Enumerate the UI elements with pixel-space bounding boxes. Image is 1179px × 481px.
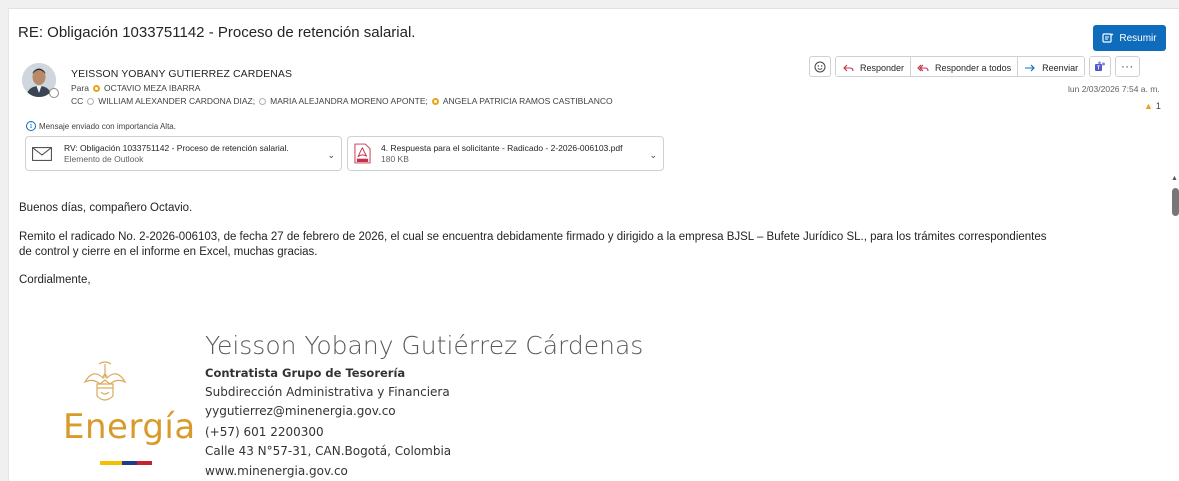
emoji-reaction-button[interactable] — [809, 56, 831, 77]
colombia-flag-bar — [100, 461, 152, 465]
summarize-label: Resumir — [1119, 32, 1157, 44]
signature-name: Yeisson Yobany Gutiérrez Cárdenas — [205, 331, 644, 360]
emoji-icon — [814, 61, 826, 72]
signature-phone: (+57) 601 2200300 — [205, 425, 324, 439]
importance-text: Mensaje enviado con importancia Alta. — [39, 121, 176, 131]
forward-label: Reenviar — [1042, 62, 1079, 73]
signature-address: Calle 43 N°57-31, CAN.Bogotá, Colombia — [205, 444, 452, 458]
closing: Cordialmente, — [19, 274, 91, 286]
recipient-to[interactable]: OCTAVIO MEZA IBARRA — [104, 83, 201, 93]
attachment-title: 4. Respuesta para el solicitante - Radic… — [381, 142, 623, 153]
presence-status-icon — [49, 88, 59, 98]
signature-department: Subdirección Administrativa y Financiera — [205, 385, 450, 399]
sender-name[interactable]: YEISSON YOBANY GUTIERREZ CARDENAS — [71, 68, 292, 80]
presence-offline-icon — [87, 97, 95, 105]
recipient-cc[interactable]: WILLIAM ALEXANDER CARDONA DIAZ; — [98, 96, 255, 106]
chevron-down-icon[interactable]: ⌄ — [327, 150, 335, 161]
presence-away-icon — [431, 97, 439, 105]
forward-button[interactable]: Reenviar — [1018, 57, 1085, 76]
thumbs-up-icon: ▲ — [1144, 101, 1153, 111]
more-icon: ··· — [1121, 60, 1134, 73]
teams-icon: T — [1095, 61, 1106, 71]
reply-all-label: Responder a todos — [935, 62, 1012, 73]
pdf-icon — [354, 143, 371, 164]
recipient-cc[interactable]: MARIA ALEJANDRA MORENO APONTE; — [270, 96, 428, 106]
attachment-title: RV: Obligación 1033751142 - Proceso de r… — [64, 142, 289, 153]
to-recipients: Para OCTAVIO MEZA IBARRA — [71, 83, 200, 93]
recipient-cc[interactable]: ANGELA PATRICIA RAMOS CASTIBLANCO — [443, 96, 613, 106]
scrollbar-thumb[interactable] — [1172, 188, 1179, 216]
signature-role: Contratista Grupo de Tesorería — [205, 366, 406, 380]
scrollbar[interactable] — [1167, 172, 1179, 481]
summarize-button[interactable]: Resumir — [1093, 25, 1166, 51]
cc-label: CC — [71, 96, 84, 106]
reply-all-icon — [917, 64, 929, 71]
body-paragraph: de control y cierre en el informe en Exc… — [19, 246, 318, 258]
signature-email[interactable]: yygutierrez@minenergia.gov.co — [205, 404, 396, 418]
attachment-subtitle: Elemento de Outlook — [64, 153, 144, 164]
teams-share-button[interactable]: T — [1089, 56, 1112, 77]
body-paragraph: Remito el radicado No. 2-2026-006103, de… — [19, 231, 1047, 243]
info-icon: i — [26, 121, 36, 131]
colombia-coat-of-arms-logo — [83, 361, 127, 401]
signature-website[interactable]: www.minenergia.gov.co — [205, 464, 348, 478]
respond-group: Responder Responder a todos Reenviar — [835, 56, 1086, 77]
attachment-pdf[interactable]: 4. Respuesta para el solicitante - Radic… — [347, 136, 664, 171]
reaction-count: 1 — [1155, 101, 1161, 111]
attachment-outlook-item[interactable]: RV: Obligación 1033751142 - Proceso de r… — [25, 136, 342, 171]
importance-notice: i Mensaje enviado con importancia Alta. — [26, 121, 176, 131]
reply-label: Responder — [860, 62, 905, 73]
reaction-summary[interactable]: ▲ 1 — [1144, 101, 1161, 111]
more-actions-button[interactable]: ··· — [1115, 56, 1140, 77]
presence-away-icon — [92, 84, 100, 92]
message-actions: Responder Responder a todos Reenviar T ·… — [809, 56, 1140, 77]
attachment-subtitle: 180 KB — [381, 153, 409, 164]
summarize-icon — [1102, 33, 1114, 43]
cc-recipients: CC WILLIAM ALEXANDER CARDONA DIAZ; MARIA… — [71, 96, 613, 106]
chevron-down-icon[interactable]: ⌄ — [649, 150, 657, 161]
reply-icon — [843, 64, 854, 71]
presence-offline-icon — [259, 97, 267, 105]
energia-logo-text: Energía — [63, 407, 196, 447]
sent-date: lun 2/03/2026 7:54 a. m. — [1068, 84, 1160, 94]
mail-icon — [32, 146, 52, 161]
to-label: Para — [71, 83, 89, 93]
email-subject: RE: Obligación 1033751142 - Proceso de r… — [18, 24, 416, 41]
reply-button[interactable]: Responder — [836, 57, 912, 76]
reply-all-button[interactable]: Responder a todos — [911, 57, 1019, 76]
forward-icon — [1025, 64, 1035, 71]
greeting: Buenos días, compañero Octavio. — [19, 202, 193, 214]
scroll-up-arrow-icon[interactable]: ▲ — [1171, 175, 1178, 182]
